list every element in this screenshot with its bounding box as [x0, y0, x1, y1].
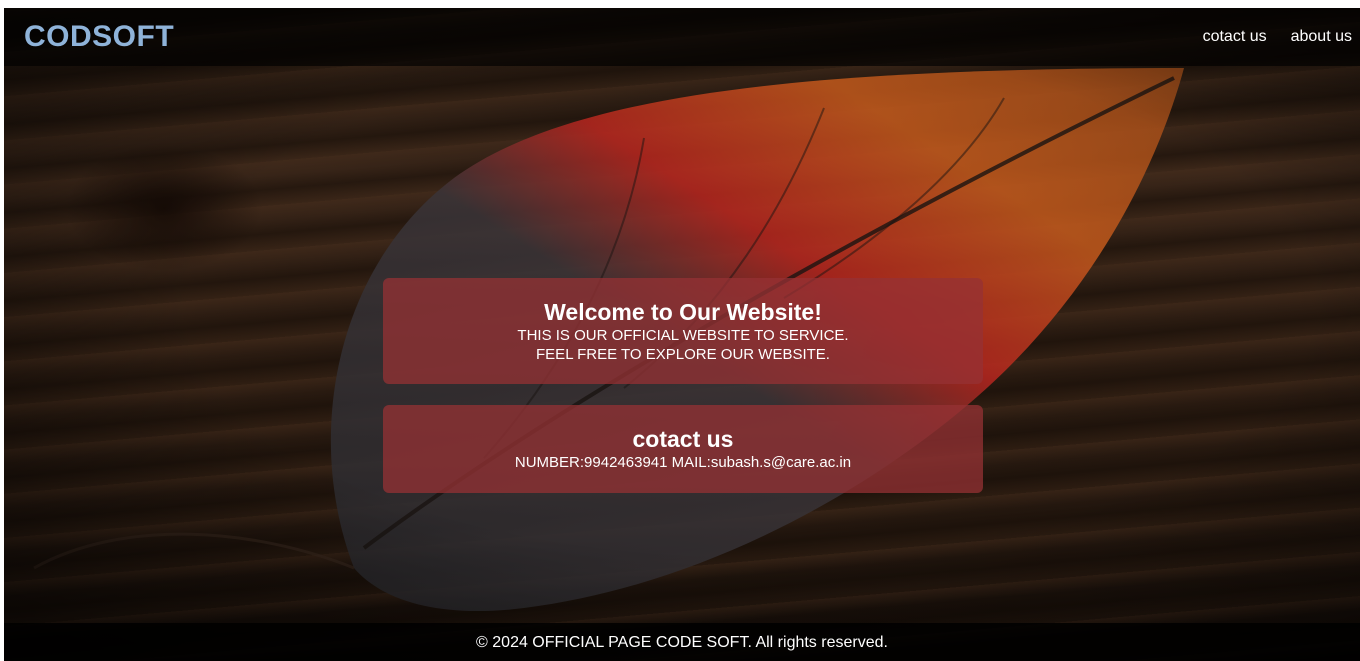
contact-card: cotact us NUMBER:9942463941 MAIL:subash.… [383, 405, 983, 493]
contact-details: NUMBER:9942463941 MAIL:subash.s@care.ac.… [514, 454, 852, 471]
site-logo[interactable]: CODSOFT [24, 20, 174, 54]
welcome-line-1: THIS IS OUR OFFICIAL WEBSITE TO SERVICE. [517, 327, 849, 344]
nav-link-contact-us[interactable]: cotact us [1203, 28, 1267, 46]
welcome-card: Welcome to Our Website! THIS IS OUR OFFI… [383, 278, 983, 384]
nav-link-about-us[interactable]: about us [1291, 28, 1352, 46]
page-frame: CODSOFT cotact us about us Welcome to Ou… [4, 8, 1360, 661]
footer-copyright: © 2024 OFFICIAL PAGE CODE SOFT. All righ… [476, 634, 888, 651]
welcome-line-2: FEEL FREE TO EXPLORE OUR WEBSITE. [536, 346, 830, 363]
contact-title: cotact us [632, 426, 734, 452]
navbar: CODSOFT cotact us about us [4, 8, 1360, 66]
nav-links: cotact us about us [1203, 28, 1352, 46]
welcome-title: Welcome to Our Website! [544, 299, 822, 325]
footer: © 2024 OFFICIAL PAGE CODE SOFT. All righ… [4, 623, 1360, 661]
